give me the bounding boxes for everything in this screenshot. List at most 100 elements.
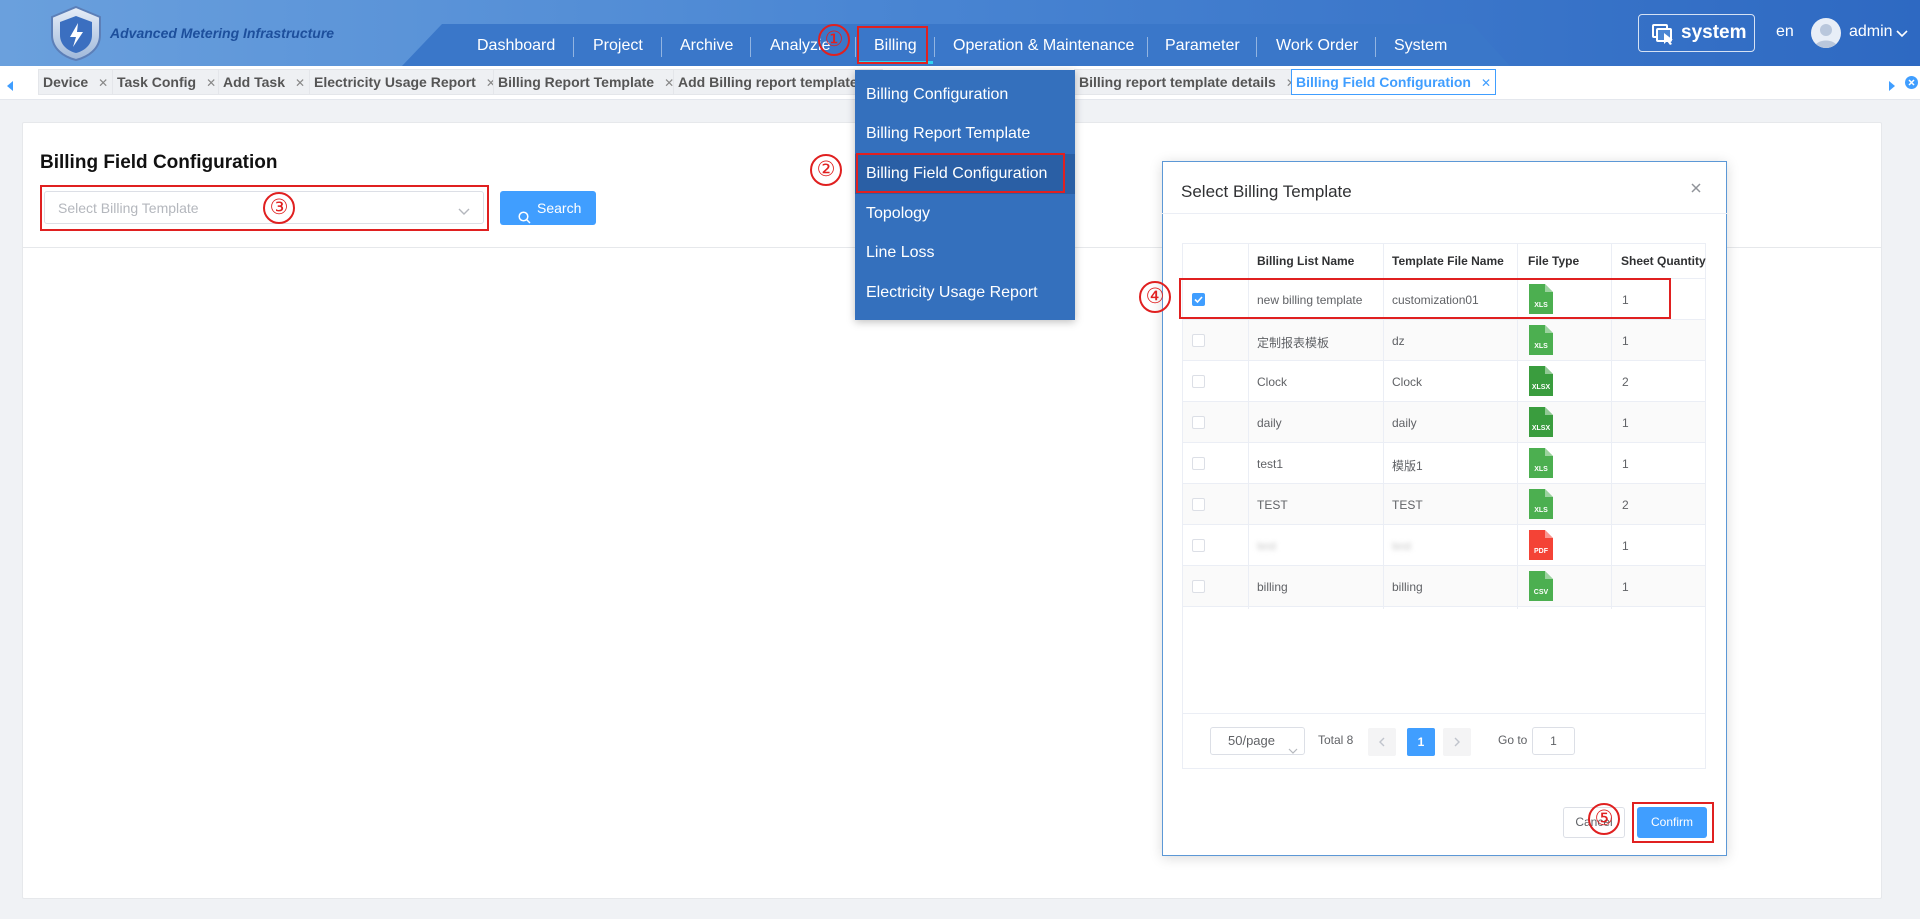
nav-separator	[1375, 37, 1376, 57]
tab-device[interactable]: Device ✕	[38, 69, 114, 95]
close-icon[interactable]: ✕	[295, 71, 305, 95]
menu-electricity-usage-report[interactable]: Electricity Usage Report	[866, 280, 1038, 306]
row-checkbox[interactable]	[1192, 375, 1205, 388]
tab-label: Add Billing report template	[678, 74, 858, 90]
sheet-quantity: 2	[1622, 498, 1629, 512]
row-checkbox[interactable]	[1192, 498, 1205, 511]
tab-add-task[interactable]: Add Task ✕	[218, 69, 311, 95]
tab-billing-field-configuration[interactable]: Billing Field Configuration ✕	[1291, 69, 1497, 95]
search-icon	[518, 202, 531, 236]
nav-work-order[interactable]: Work Order	[1276, 34, 1358, 58]
tab-billing-report-template-details[interactable]: Billing report template details✕	[1074, 69, 1301, 95]
nav-archive[interactable]: Archive	[680, 34, 733, 58]
pager-divider	[1183, 713, 1705, 714]
row-checkbox[interactable]	[1192, 334, 1205, 347]
logo-icon	[46, 5, 106, 62]
page-size-select[interactable]: 50/page	[1210, 727, 1305, 755]
nav-dashboard[interactable]: Dashboard	[477, 34, 555, 58]
sheet-quantity: 2	[1622, 375, 1629, 389]
file-type-icon: XLSX	[1529, 366, 1553, 396]
page-number-button[interactable]: 1	[1407, 728, 1435, 756]
avatar[interactable]	[1811, 18, 1841, 48]
col-file-type: File Type	[1528, 254, 1580, 268]
tab-label: Device	[43, 74, 89, 90]
brand-name: Advanced Metering Infrastructure	[110, 25, 335, 41]
file-type-icon: PDF	[1529, 530, 1553, 560]
menu-billing-report-template[interactable]: Billing Report Template	[866, 121, 1030, 147]
col-sheet-quantity: Sheet Quantity	[1621, 254, 1706, 268]
nav-separator	[661, 37, 662, 57]
tab-electricity-usage-report[interactable]: Electricity Usage Report ✕	[309, 69, 501, 95]
close-icon[interactable]: ✕	[206, 71, 216, 95]
sheet-quantity: 1	[1622, 457, 1629, 471]
goto-page-input[interactable]: 1	[1532, 727, 1575, 755]
file-type-label: PDF	[1534, 548, 1548, 555]
tab-label: Task Config	[117, 74, 197, 90]
nav-separator	[1147, 37, 1148, 57]
template-file-name: test	[1392, 539, 1412, 553]
tab-add-billing-report-template[interactable]: Add Billing report template✕	[673, 69, 883, 95]
annotation-box-row	[1179, 278, 1671, 319]
search-button[interactable]: Search	[500, 191, 596, 225]
tab-billing-report-template[interactable]: Billing Report Template ✕	[493, 69, 680, 95]
sheet-quantity: 1	[1622, 416, 1629, 430]
close-icon[interactable]	[1686, 178, 1706, 198]
chevron-down-icon	[1288, 738, 1298, 764]
file-type-icon: XLSX	[1529, 407, 1553, 437]
dialog-title: Select Billing Template	[1181, 182, 1352, 201]
nav-separator	[934, 37, 935, 57]
language-switch[interactable]: en	[1776, 23, 1794, 41]
scroll-right-icon[interactable]	[1888, 78, 1896, 94]
prev-page-button[interactable]	[1368, 728, 1396, 756]
file-type-label: XLS	[1534, 466, 1548, 473]
file-type-label: XLS	[1534, 507, 1548, 514]
close-all-icon[interactable]	[1905, 76, 1918, 92]
billing-list-name: billing	[1257, 580, 1288, 594]
billing-list-name: TEST	[1257, 498, 1288, 512]
tab-label: Billing Report Template	[498, 74, 655, 90]
nav-parameter[interactable]: Parameter	[1165, 34, 1240, 58]
file-type-icon: XLS	[1529, 448, 1553, 478]
annotation-marker: ②	[810, 154, 842, 186]
row-checkbox[interactable]	[1192, 580, 1205, 593]
tab-label: Billing report template details	[1079, 74, 1276, 90]
billing-list-name: daily	[1257, 416, 1282, 430]
tab-label: Billing Field Configuration	[1296, 74, 1471, 90]
annotation-marker: ④	[1139, 281, 1171, 313]
tab-task-config[interactable]: Task Config ✕	[112, 69, 222, 95]
chevron-down-icon[interactable]	[1896, 26, 1908, 42]
tab-label: Add Task	[223, 74, 285, 90]
file-type-icon: XLS	[1529, 325, 1553, 355]
next-page-button[interactable]	[1443, 728, 1471, 756]
scroll-left-icon[interactable]	[6, 78, 14, 94]
nav-operation-maintenance[interactable]: Operation & Maintenance	[953, 34, 1134, 58]
sheet-quantity: 1	[1622, 334, 1629, 348]
menu-line-loss[interactable]: Line Loss	[866, 240, 935, 266]
row-checkbox[interactable]	[1192, 457, 1205, 470]
annotation-marker: ⑤	[1588, 803, 1620, 835]
file-type-icon: CSV	[1529, 571, 1553, 601]
file-type-icon: XLS	[1529, 489, 1553, 519]
file-type-label: XLS	[1534, 343, 1548, 350]
menu-billing-configuration[interactable]: Billing Configuration	[866, 82, 1008, 108]
window-pointer-icon	[1651, 22, 1675, 58]
menu-topology[interactable]: Topology	[866, 201, 930, 227]
close-icon[interactable]: ✕	[98, 71, 108, 95]
template-file-name: billing	[1392, 580, 1423, 594]
row-checkbox[interactable]	[1192, 539, 1205, 552]
col-billing-list-name: Billing List Name	[1257, 254, 1355, 268]
annotation-box-menu-item	[856, 153, 1065, 193]
row-checkbox[interactable]	[1192, 416, 1205, 429]
close-icon[interactable]: ✕	[1481, 71, 1491, 95]
nav-project[interactable]: Project	[593, 34, 643, 58]
sheet-quantity: 1	[1622, 580, 1629, 594]
tab-label: Electricity Usage Report	[314, 74, 476, 90]
system-switch-button[interactable]: system	[1638, 14, 1755, 52]
dialog-divider	[1162, 213, 1727, 214]
billing-list-name: test1	[1257, 457, 1284, 471]
billing-list-name: test	[1257, 539, 1277, 553]
annotation-marker: ③	[263, 192, 295, 224]
nav-system[interactable]: System	[1394, 34, 1447, 58]
annotation-box-billing	[857, 26, 928, 64]
user-name[interactable]: admin	[1849, 23, 1893, 41]
